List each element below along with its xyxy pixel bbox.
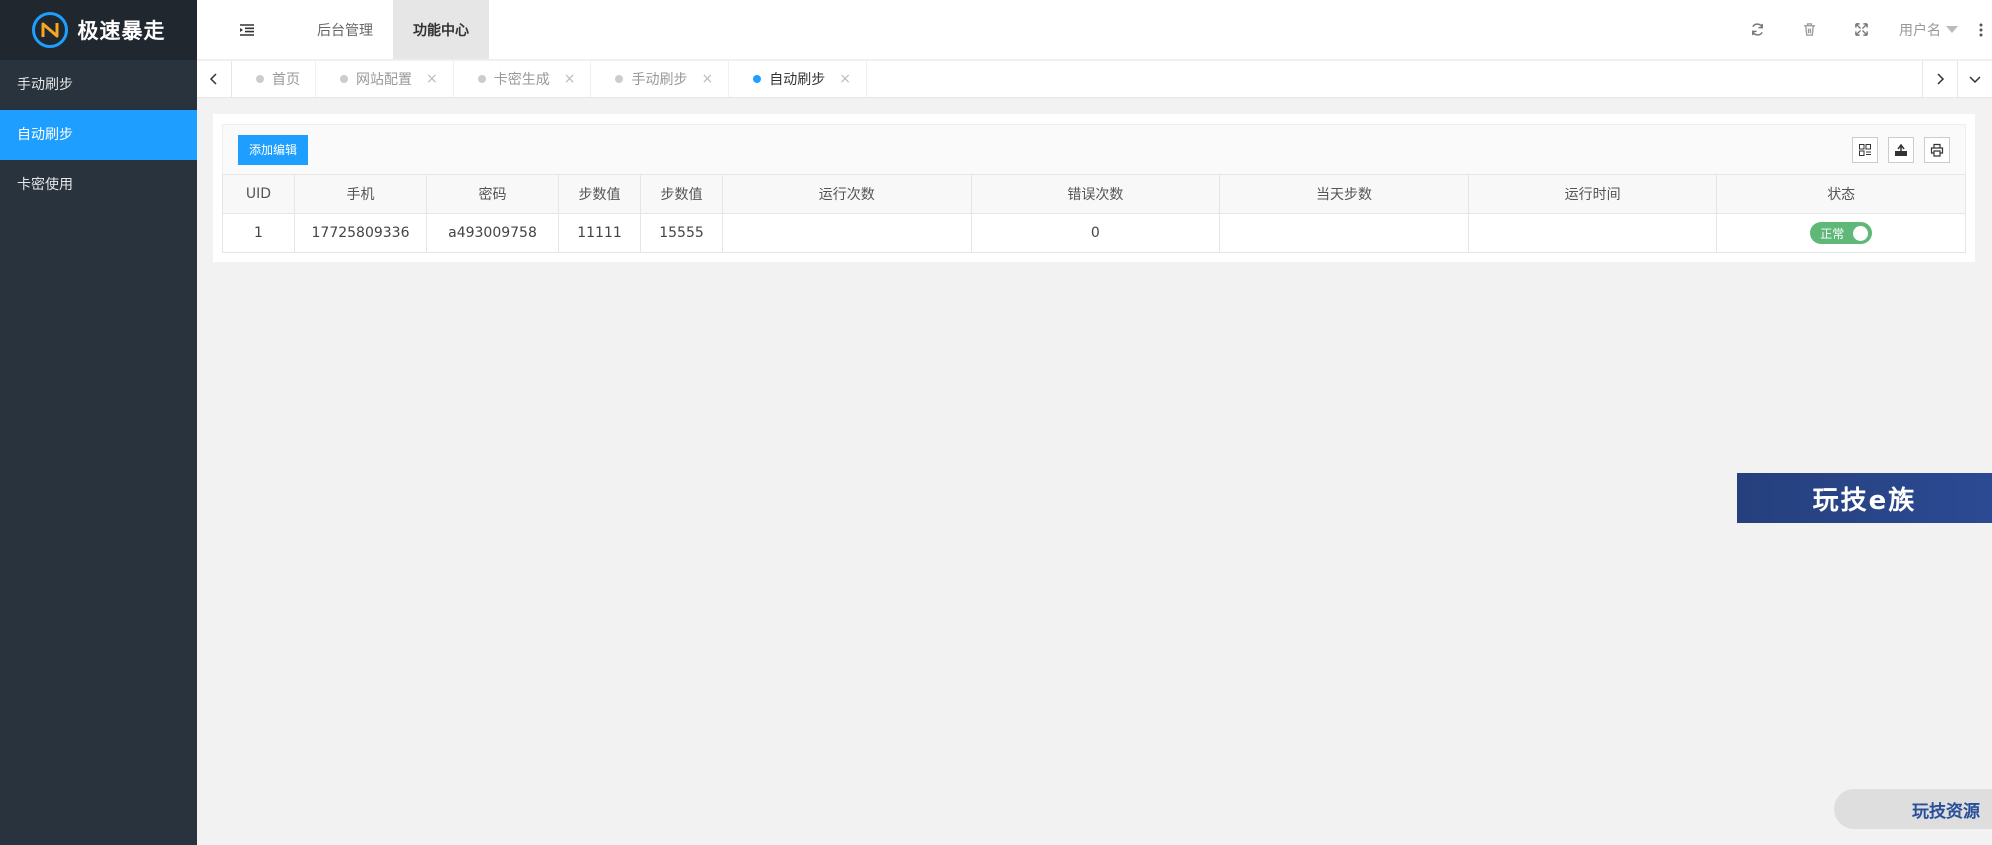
data-table: UID 手机 密码 步数值 步数值 运行次数 错误次数 当天步数 运行时间 状态… bbox=[222, 174, 1966, 253]
status-toggle-label: 正常 bbox=[1820, 226, 1845, 241]
chevron-down-icon bbox=[1969, 76, 1981, 84]
column-header[interactable]: 运行时间 bbox=[1467, 174, 1718, 214]
column-header[interactable]: 当天步数 bbox=[1219, 174, 1469, 214]
fullscreen-button[interactable] bbox=[1835, 0, 1887, 60]
close-icon[interactable]: × bbox=[839, 71, 851, 87]
column-header[interactable]: 手机 bbox=[294, 174, 427, 214]
sidebar-item-manual-steps[interactable]: 手动刷步 bbox=[0, 60, 197, 110]
cell-steps-min: 11111 bbox=[558, 213, 641, 253]
column-header[interactable]: 运行次数 bbox=[722, 174, 972, 214]
data-table-card: 添加编辑 UID 手机 密码 步数值 步数值 运行次数 错误次数 当天步数 运行… bbox=[213, 114, 1975, 262]
tabs-scroll-left-button[interactable] bbox=[197, 61, 232, 97]
page-tab-home[interactable]: 首页 bbox=[232, 61, 316, 97]
cell-password: a493009758 bbox=[426, 213, 559, 253]
page-tab-label: 网站配置 bbox=[356, 72, 412, 88]
cell-error-count: 0 bbox=[970, 213, 1221, 253]
user-menu[interactable]: 用户名 bbox=[1887, 20, 1970, 40]
table-toolbar: 添加编辑 bbox=[222, 124, 1966, 174]
tab-dot-icon bbox=[256, 75, 264, 83]
close-icon[interactable]: × bbox=[564, 71, 576, 87]
chevron-left-icon bbox=[209, 73, 217, 85]
menu-toggle-button[interactable] bbox=[197, 0, 297, 59]
print-button[interactable] bbox=[1924, 136, 1950, 163]
sidebar: 极速暴走 手动刷步 自动刷步 卡密使用 bbox=[0, 0, 197, 845]
table-header-row: UID 手机 密码 步数值 步数值 运行次数 错误次数 当天步数 运行时间 状态 bbox=[222, 174, 1966, 214]
status-toggle[interactable]: 正常 bbox=[1810, 222, 1873, 244]
trash-icon bbox=[1803, 23, 1815, 36]
add-edit-button[interactable]: 添加编辑 bbox=[238, 134, 309, 165]
page-tab-label: 手动刷步 bbox=[631, 72, 688, 88]
cell-steps-max: 15555 bbox=[640, 213, 723, 253]
columns-icon bbox=[1859, 143, 1871, 156]
top-header: 后台管理 功能中心 用户名 bbox=[197, 0, 1992, 60]
toggle-knob bbox=[1853, 225, 1869, 241]
indent-icon bbox=[240, 23, 254, 36]
page-tab-label: 卡密生成 bbox=[493, 72, 550, 88]
username-label: 用户名 bbox=[1899, 22, 1941, 39]
export-icon bbox=[1895, 143, 1907, 156]
logo[interactable]: 极速暴走 bbox=[0, 0, 197, 60]
close-icon[interactable]: × bbox=[426, 71, 438, 87]
cell-today-steps bbox=[1219, 213, 1469, 253]
clear-cache-button[interactable] bbox=[1783, 0, 1835, 60]
fullscreen-icon bbox=[1854, 23, 1868, 36]
page-tab-auto-steps[interactable]: 自动刷步 × bbox=[729, 61, 867, 97]
column-header[interactable]: UID bbox=[222, 174, 295, 214]
cell-uid: 1 bbox=[222, 213, 295, 253]
column-header[interactable]: 步数值 bbox=[558, 174, 641, 214]
cell-phone: 17725809336 bbox=[294, 213, 427, 253]
page-tab-manual-steps[interactable]: 手动刷步 × bbox=[591, 61, 730, 97]
cell-status: 正常 bbox=[1716, 213, 1966, 253]
column-header[interactable]: 错误次数 bbox=[970, 174, 1221, 214]
more-vertical-icon bbox=[1979, 23, 1983, 36]
watermark-pill: 玩技资源 bbox=[1834, 789, 1992, 829]
print-icon bbox=[1930, 143, 1944, 157]
caret-down-icon bbox=[1946, 26, 1958, 33]
tab-dot-icon bbox=[340, 75, 348, 83]
sidebar-item-auto-steps[interactable]: 自动刷步 bbox=[0, 110, 197, 160]
close-icon[interactable]: × bbox=[701, 71, 713, 87]
page-tab-site-config[interactable]: 网站配置 × bbox=[316, 61, 454, 97]
page-tabs-bar: 首页 网站配置 × 卡密生成 × 手动刷步 × 自动刷步 × bbox=[197, 61, 1992, 98]
sidebar-item-card-use[interactable]: 卡密使用 bbox=[0, 160, 197, 210]
logo-icon bbox=[31, 12, 68, 48]
refresh-button[interactable] bbox=[1731, 0, 1783, 60]
column-header[interactable]: 密码 bbox=[426, 174, 559, 214]
tab-dot-icon bbox=[753, 75, 762, 83]
tab-dot-icon bbox=[477, 75, 486, 83]
tab-backend-admin[interactable]: 后台管理 bbox=[297, 0, 393, 59]
app-title: 极速暴走 bbox=[77, 19, 166, 43]
tabs-dropdown-button[interactable] bbox=[1957, 61, 1992, 97]
chevron-right-icon bbox=[1937, 73, 1945, 85]
refresh-icon bbox=[1751, 23, 1763, 36]
column-header[interactable]: 状态 bbox=[1716, 174, 1966, 214]
column-header[interactable]: 步数值 bbox=[640, 174, 723, 214]
watermark-banner: 玩技e族 bbox=[1737, 473, 1992, 523]
table-row[interactable]: 1 17725809336 a493009758 11111 15555 0 正… bbox=[222, 213, 1966, 253]
cell-run-time bbox=[1467, 213, 1718, 253]
cell-run-count bbox=[722, 213, 972, 253]
export-button[interactable] bbox=[1888, 136, 1914, 163]
more-button[interactable] bbox=[1970, 23, 1992, 37]
page-tab-label: 自动刷步 bbox=[769, 72, 826, 88]
tab-dot-icon bbox=[615, 75, 624, 83]
tab-function-center[interactable]: 功能中心 bbox=[393, 0, 489, 59]
tabs-scroll-right-button[interactable] bbox=[1922, 61, 1957, 97]
columns-filter-button[interactable] bbox=[1852, 136, 1878, 163]
page-tab-label: 首页 bbox=[272, 72, 300, 88]
page-tab-card-generate[interactable]: 卡密生成 × bbox=[454, 61, 592, 97]
